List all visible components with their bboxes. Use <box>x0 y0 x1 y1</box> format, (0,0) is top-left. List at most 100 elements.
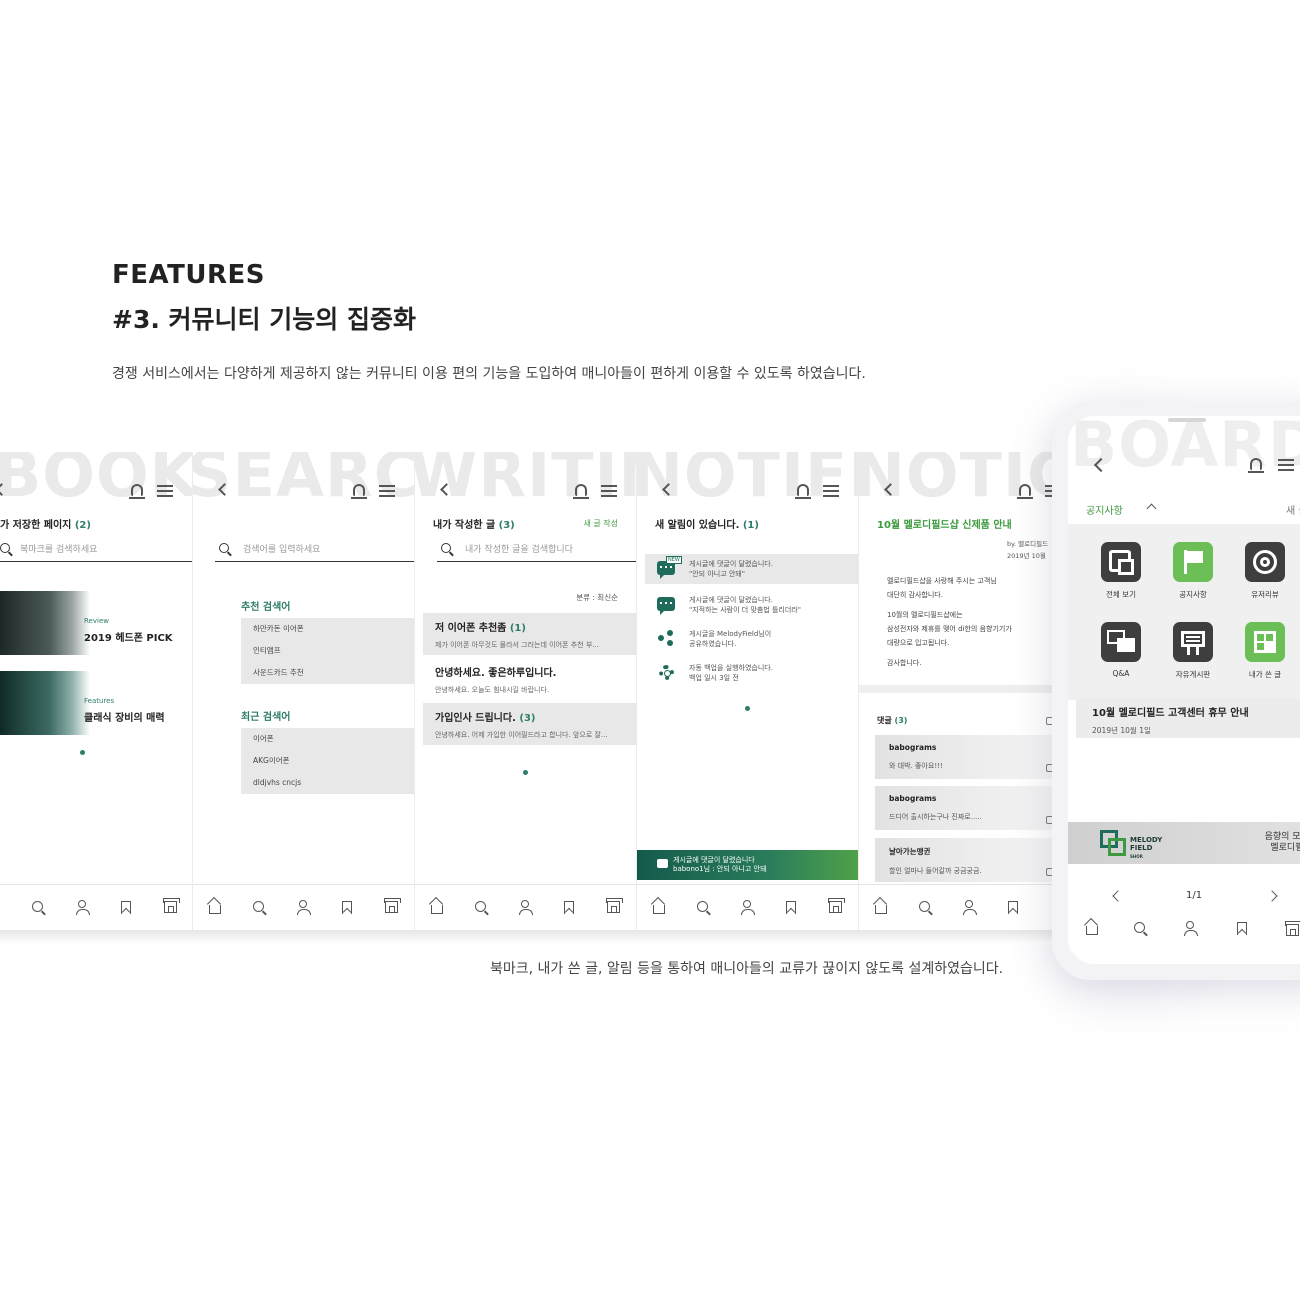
app-qa[interactable]: Q&A <box>1091 622 1151 678</box>
page-indicator-dot <box>523 770 528 775</box>
menu-icon[interactable] <box>1278 459 1294 471</box>
post-item[interactable]: 저 이어폰 추천좀 (1) 제가 이어폰 아무것도 몰라서 그러는데 이어폰 추… <box>423 613 636 655</box>
search-icon[interactable] <box>253 901 264 912</box>
comment-item[interactable]: babograms 드디어 출시하는구나 진짜로..... <box>875 786 1055 830</box>
comment-text: 할인 얼마나 들어갈까 궁금궁금. <box>889 867 982 875</box>
board-selector[interactable]: 공지사항 <box>1086 502 1123 517</box>
keyword-item[interactable]: 사운드카드 추천 <box>241 662 414 684</box>
shop-icon[interactable] <box>384 898 401 913</box>
user-icon[interactable] <box>741 900 755 915</box>
bookmark-card[interactable]: Features 클래식 장비의 매력 <box>0 671 192 735</box>
sort-selector[interactable]: 분류 : 최신순 <box>576 592 618 603</box>
search-icon[interactable] <box>32 901 43 912</box>
new-write-button[interactable]: 새 글쓰기 <box>1286 502 1300 517</box>
app-user-review[interactable]: 유저리뷰 <box>1235 542 1295 600</box>
bookmark-icon[interactable] <box>786 901 796 914</box>
section-eyebrow: FEATURES <box>112 260 265 290</box>
home-icon[interactable] <box>1086 926 1098 935</box>
user-icon[interactable] <box>963 900 977 915</box>
notice-row[interactable]: 10월 멜로디필드 고객센터 휴무 안내 2019년 10월 1일 <box>1076 698 1300 738</box>
chevron-up-icon[interactable] <box>1146 503 1157 514</box>
search-icon[interactable] <box>475 901 486 912</box>
home-icon[interactable] <box>875 905 887 914</box>
app-notice[interactable]: 공지사항 <box>1163 542 1223 600</box>
user-icon[interactable] <box>519 900 533 915</box>
keyword-item[interactable]: 하만카돈 이어폰 <box>241 618 414 640</box>
menu-icon[interactable] <box>379 485 395 497</box>
bell-icon[interactable] <box>795 484 811 499</box>
notification-item[interactable]: 게시글을 MelodyField님이 공유하였습니다. <box>645 624 858 654</box>
user-icon[interactable] <box>1184 921 1198 936</box>
bookmark-icon[interactable] <box>121 901 131 914</box>
home-icon[interactable] <box>653 905 665 914</box>
shop-icon[interactable] <box>606 898 623 913</box>
new-post-button[interactable]: 새 글 작성 <box>583 518 618 529</box>
bell-icon[interactable] <box>129 484 145 499</box>
bell-icon[interactable] <box>1248 458 1264 473</box>
search-icon[interactable] <box>697 901 708 912</box>
search-input[interactable]: 내가 작성한 글을 검색합니다 <box>465 542 573 555</box>
back-icon[interactable] <box>1093 457 1109 473</box>
chevron-right-icon[interactable] <box>1266 890 1278 902</box>
shop-banner[interactable]: MELODY FIELD SHOP. 음향의 모든것, 멜로디필드샵 <box>1068 822 1300 864</box>
menu-icon[interactable] <box>157 485 173 497</box>
back-icon[interactable] <box>884 483 897 496</box>
keyword-item[interactable]: 인티앰프 <box>241 640 414 662</box>
my-posts-title: 내가 작성한 글 (3) <box>433 516 515 531</box>
notice-row-date: 2019년 10월 1일 <box>1092 726 1151 735</box>
search-bar[interactable]: 검색어를 입력하세요 <box>215 536 414 562</box>
bookmark-card[interactable]: Review 2019 헤드폰 PICK <box>0 591 192 655</box>
keyword-item[interactable]: AKG이어폰 <box>241 750 414 772</box>
search-icon[interactable] <box>919 901 930 912</box>
keyword-item[interactable]: 이어폰 <box>241 728 414 750</box>
comment-item[interactable]: 날아가는맹귄 할인 얼마나 들어갈까 궁금궁금. <box>875 838 1055 882</box>
comment-bubble-icon: NEW <box>657 556 682 579</box>
bell-icon[interactable] <box>351 484 367 499</box>
phone-speaker <box>1168 418 1206 422</box>
post-excerpt: 안녕하세요. 어제 가입한 이어필드라고 합니다. 앞으로 잘... <box>435 731 608 739</box>
app-my-posts[interactable]: 내가 쓴 글 <box>1235 622 1295 680</box>
user-icon[interactable] <box>76 900 90 915</box>
bookmark-icon[interactable] <box>1237 922 1247 935</box>
notification-toast[interactable]: 게시글에 댓글이 달렸습니다 babono1님 : 안되 아니고 안돼 <box>637 850 858 880</box>
app-free-board[interactable]: 자유게시판 <box>1163 622 1223 680</box>
menu-icon[interactable] <box>823 485 839 497</box>
notification-screen: NOTIFICA 새 알림이 있습니다. (1) NEW 게시글에 댓글이 달렸… <box>637 452 859 930</box>
bell-icon[interactable] <box>573 484 589 499</box>
post-item[interactable]: 안녕하세요. 좋은하루입니다. 안녕하세요. 오늘도 힘내시길 바랍니다. <box>423 658 636 700</box>
search-input[interactable]: 검색어를 입력하세요 <box>243 542 320 555</box>
my-posts-search[interactable]: 내가 작성한 글을 검색합니다 <box>437 536 636 562</box>
search-input[interactable]: 북마크를 검색하세요 <box>20 542 97 555</box>
chevron-left-icon[interactable] <box>1112 890 1124 902</box>
logo-text: MELODY FIELD SHOP. <box>1130 836 1162 861</box>
shop-icon[interactable] <box>828 898 845 913</box>
bookmark-icon[interactable] <box>1008 901 1018 914</box>
bookmark-icon[interactable] <box>564 901 574 914</box>
bell-icon[interactable] <box>1017 484 1033 499</box>
shop-icon[interactable] <box>163 898 180 913</box>
bookmark-search[interactable]: 북마크를 검색하세요 <box>0 536 192 562</box>
notification-item[interactable]: 자동 백업을 실행하였습니다. 백업 일시 3일 전 <box>645 658 858 688</box>
menu-icon[interactable] <box>601 485 617 497</box>
shop-icon[interactable] <box>1285 921 1300 936</box>
keyword-item[interactable]: dldjvhs cncjs <box>241 772 414 794</box>
notification-item[interactable]: NEW 게시글에 댓글이 달렸습니다. "안되 아니고 안돼" <box>645 554 858 584</box>
comment-item[interactable]: babograms 와 대박. 좋아요!!! <box>875 735 1055 779</box>
home-icon[interactable] <box>431 905 443 914</box>
user-icon[interactable] <box>297 900 311 915</box>
notification-item[interactable]: 게시글에 댓글이 달렸습니다. "지적하는 사람이 더 맞춤법 틀리더라" <box>645 590 858 620</box>
home-icon[interactable] <box>209 905 221 914</box>
notification-line: 백업 일시 3일 전 <box>689 674 739 682</box>
back-icon[interactable] <box>440 483 453 496</box>
back-icon[interactable] <box>218 483 231 496</box>
back-icon[interactable] <box>0 483 8 496</box>
back-icon[interactable] <box>662 483 675 496</box>
search-icon[interactable] <box>1134 922 1145 933</box>
post-item[interactable]: 가입인사 드립니다. (3) 안녕하세요. 어제 가입한 이어필드라고 합니다.… <box>423 703 636 745</box>
app-all-view[interactable]: 전체 보기 <box>1091 542 1151 600</box>
notification-line: "안되 아니고 안돼" <box>689 570 745 578</box>
app-label: 전체 보기 <box>1106 590 1136 599</box>
notice-row-title: 10월 멜로디필드 고객센터 휴무 안내 <box>1092 708 1249 719</box>
bookmark-icon[interactable] <box>342 901 352 914</box>
notice-meta: by. 멜로디필드 2019년 10월 <box>1007 538 1048 562</box>
